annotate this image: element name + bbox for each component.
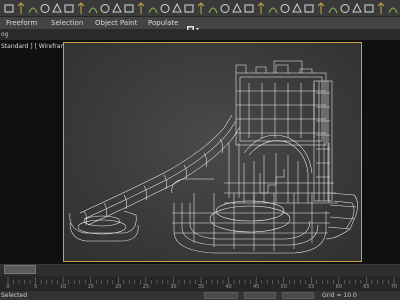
smooth-icon[interactable]	[195, 2, 207, 15]
subbar-label: og	[1, 31, 9, 38]
hair-icon[interactable]	[387, 2, 399, 15]
helper-icon[interactable]	[339, 2, 351, 15]
push-icon[interactable]	[243, 2, 255, 15]
noise-icon[interactable]	[147, 2, 159, 15]
render-icon[interactable]	[303, 2, 315, 15]
wireframe-model	[69, 60, 358, 254]
sphere-icon[interactable]	[39, 2, 51, 15]
camera-icon[interactable]	[327, 2, 339, 15]
lathe-icon[interactable]	[87, 2, 99, 15]
bevel-icon[interactable]	[75, 2, 87, 15]
material-icon[interactable]	[291, 2, 303, 15]
y-coordinate-field[interactable]	[244, 292, 276, 299]
ribbon-tab-freeform[interactable]: Freeform	[6, 18, 37, 29]
z-coordinate-field[interactable]	[282, 292, 314, 299]
taper-icon[interactable]	[111, 2, 123, 15]
ribbon: Freeform Selection Object Paint Populate	[0, 17, 400, 32]
cylinder-icon[interactable]	[15, 2, 27, 15]
symmetry-icon[interactable]	[183, 2, 195, 15]
spacewarp-icon[interactable]	[351, 2, 363, 15]
extrude-icon[interactable]	[63, 2, 75, 15]
selection-status: Selected	[1, 292, 28, 299]
x-coordinate-field[interactable]	[204, 292, 238, 299]
particle-icon[interactable]	[375, 2, 387, 15]
cone-icon[interactable]	[51, 2, 63, 15]
ribbon-tab-populate[interactable]: Populate	[148, 18, 178, 29]
sweep-icon[interactable]	[99, 2, 111, 15]
ribbon-tab-selection[interactable]: Selection	[51, 18, 83, 29]
ffd-icon[interactable]	[159, 2, 171, 15]
bend-icon[interactable]	[135, 2, 147, 15]
ribbon-dropdown-icon[interactable]	[186, 19, 200, 32]
perspective-viewport[interactable]	[63, 42, 362, 262]
key-icon[interactable]	[376, 292, 382, 298]
morph-icon[interactable]	[267, 2, 279, 15]
main-toolbar	[0, 0, 400, 17]
time-scrubber[interactable]	[0, 264, 400, 276]
unwrap-icon[interactable]	[279, 2, 291, 15]
turbosmooth-icon[interactable]	[207, 2, 219, 15]
ribbon-tab-object-paint[interactable]: Object Paint	[95, 18, 137, 29]
absolute-mode-icon[interactable]	[190, 292, 196, 298]
time-slider-handle[interactable]	[4, 265, 36, 274]
scene-explorer-icon[interactable]	[3, 2, 15, 15]
set-key-icon[interactable]	[388, 292, 394, 298]
shell-icon[interactable]	[171, 2, 183, 15]
relax-icon[interactable]	[231, 2, 243, 15]
graphite-subbar: og	[0, 30, 400, 40]
meshsmooth-icon[interactable]	[219, 2, 231, 15]
system-icon[interactable]	[363, 2, 375, 15]
lock-icon[interactable]	[152, 292, 158, 298]
grid-size-readout: Grid = 10.0	[322, 292, 357, 299]
box-icon[interactable]	[27, 2, 39, 15]
twist-icon[interactable]	[123, 2, 135, 15]
skin-icon[interactable]	[255, 2, 267, 15]
light-icon[interactable]	[315, 2, 327, 15]
